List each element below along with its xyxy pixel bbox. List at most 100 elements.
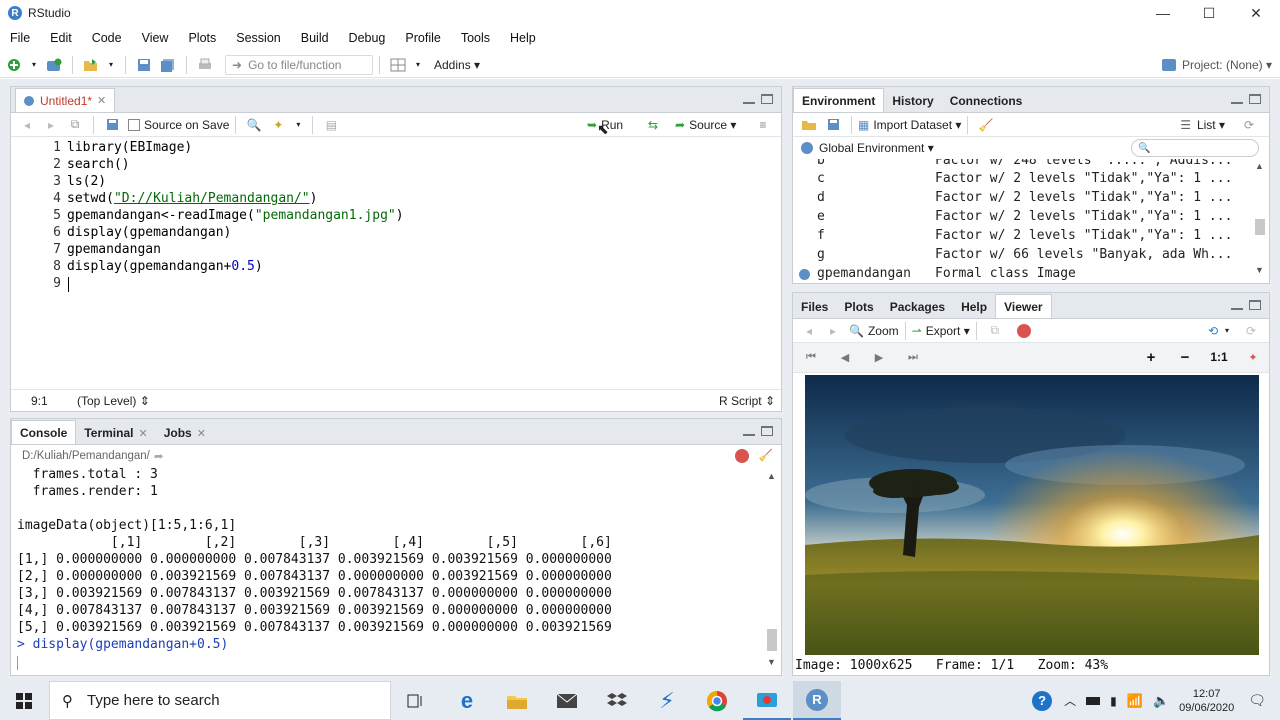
scroll-down-icon[interactable]: ▼ (1255, 265, 1264, 275)
scope-selector[interactable]: (Top Level) ⇕ (77, 394, 150, 408)
maximize-pane-icon[interactable] (761, 94, 773, 104)
zoom-out-button[interactable]: − (1171, 343, 1199, 371)
search-icon[interactable]: 🔍 (246, 117, 262, 133)
magic-wand-icon[interactable]: ✦ (270, 117, 286, 133)
notebook-icon[interactable]: ▤ (323, 117, 339, 133)
stop-icon[interactable] (1016, 323, 1031, 338)
menu-debug[interactable]: Debug (339, 31, 396, 45)
menu-edit[interactable]: Edit (40, 31, 82, 45)
project-menu[interactable]: Project: (None) ▾ (1161, 58, 1272, 72)
console-output[interactable]: frames.total : 3 frames.render: 1 imageD… (11, 467, 763, 673)
task-view-icon[interactable] (392, 681, 440, 720)
menu-code[interactable]: Code (82, 31, 132, 45)
environment-scrollbar[interactable]: ▲ ▼ (1253, 161, 1267, 279)
broom-icon[interactable]: 🧹 (978, 117, 994, 133)
export-button[interactable]: ⇀ Export ▾ (912, 324, 970, 338)
mail-icon[interactable] (543, 681, 591, 720)
menu-profile[interactable]: Profile (395, 31, 450, 45)
source-on-save-checkbox[interactable]: Source on Save (128, 118, 229, 132)
grid-layout-icon[interactable] (390, 57, 406, 73)
help-icon[interactable]: ? (1032, 690, 1053, 711)
env-row[interactable]: c Factor w/ 2 levels "Tidak","Ya": 1 ... (793, 171, 1251, 190)
maximize-pane-icon[interactable] (761, 426, 773, 436)
maximize-button[interactable]: ☐ (1186, 0, 1232, 26)
prev-frame-icon[interactable]: ◀ (831, 343, 859, 371)
env-row[interactable]: g Factor w/ 66 levels "Banyak, ada Wh... (793, 247, 1251, 266)
menu-file[interactable]: File (0, 31, 40, 45)
notifications-icon[interactable]: 🗨 (1248, 692, 1266, 709)
minimize-pane-icon[interactable] (743, 426, 755, 436)
tab-packages[interactable]: Packages (882, 296, 953, 318)
next-frame-icon[interactable]: ▶ (865, 343, 893, 371)
menu-build[interactable]: Build (291, 31, 339, 45)
tab-console[interactable]: Console (11, 420, 77, 444)
global-env-selector[interactable]: Global Environment ▾ (801, 141, 934, 155)
tab-files[interactable]: Files (793, 296, 836, 318)
volume-icon[interactable]: 🔈 (1153, 693, 1169, 709)
source-button[interactable]: ➦ Source ▾ (675, 118, 736, 132)
forward-arrow-icon[interactable]: ▸ (825, 323, 841, 339)
power-icon[interactable]: ▮ (1110, 694, 1117, 708)
go-to-directory-icon[interactable]: ➦ (154, 449, 164, 463)
edge-icon[interactable]: e (443, 681, 491, 720)
scroll-up-icon[interactable]: ▲ (1255, 161, 1264, 171)
addins-menu[interactable]: Addins ▾ (434, 58, 480, 72)
list-view-selector[interactable]: ☰ List ▾ (1180, 118, 1225, 132)
minimize-button[interactable]: — (1140, 0, 1186, 26)
menu-help[interactable]: Help (500, 31, 546, 45)
load-workspace-icon[interactable] (801, 117, 817, 133)
dropdown-arrow-icon[interactable]: ▾ (26, 57, 42, 73)
tab-connections[interactable]: Connections (942, 90, 1031, 112)
menu-session[interactable]: Session (226, 31, 290, 45)
new-project-icon[interactable] (46, 57, 62, 73)
wifi-icon[interactable]: 📶 (1127, 693, 1143, 709)
screen-recorder-icon[interactable] (743, 681, 791, 720)
pixel-mode-icon[interactable]: ✦ (1239, 343, 1267, 371)
taskbar-search-box[interactable]: ⚲ Type here to search (49, 681, 391, 720)
back-arrow-icon[interactable]: ◂ (19, 117, 35, 133)
environment-search-input[interactable]: 🔍 (1131, 139, 1259, 157)
dropbox-icon[interactable] (593, 681, 641, 720)
scroll-down-icon[interactable]: ▼ (767, 657, 776, 667)
tab-viewer[interactable]: Viewer (995, 294, 1052, 318)
scroll-thumb[interactable] (767, 629, 777, 651)
minimize-pane-icon[interactable] (1231, 300, 1243, 310)
save-icon[interactable] (104, 117, 120, 133)
forward-arrow-icon[interactable]: ▸ (43, 117, 59, 133)
env-row[interactable]: f Factor w/ 2 levels "Tidak","Ya": 1 ... (793, 228, 1251, 247)
zoom-in-button[interactable]: + (1137, 343, 1165, 371)
env-row[interactable]: d Factor w/ 2 levels "Tidak","Ya": 1 ... (793, 190, 1251, 209)
go-to-file-input[interactable]: ➜ Go to file/function (225, 54, 373, 75)
open-file-icon[interactable] (83, 57, 99, 73)
zoom-button[interactable]: 🔍 Zoom (849, 324, 899, 338)
file-type-selector[interactable]: R Script ⇕ (719, 394, 775, 408)
save-workspace-icon[interactable] (825, 117, 841, 133)
env-row[interactable]: gpemandangan Formal class Image (793, 266, 1251, 281)
menu-tools[interactable]: Tools (451, 31, 500, 45)
clear-viewer-icon[interactable]: ⧉ (987, 323, 1003, 339)
actual-size-button[interactable]: 1:1 (1205, 343, 1233, 371)
tab-help[interactable]: Help (953, 296, 995, 318)
maximize-pane-icon[interactable] (1249, 94, 1261, 104)
battery-icon[interactable] (1086, 696, 1101, 705)
first-frame-icon[interactable]: ⏮ (797, 343, 825, 371)
outline-icon[interactable]: ≡ (755, 117, 771, 133)
tab-plots[interactable]: Plots (836, 296, 881, 318)
rerun-icon[interactable]: ⇆ (645, 117, 661, 133)
flash-icon[interactable]: ⚡ (643, 681, 691, 720)
chevron-up-icon[interactable]: ︿ (1064, 692, 1076, 709)
tab-environment[interactable]: Environment (793, 88, 885, 112)
new-file-icon[interactable] (6, 57, 22, 73)
clear-console-icon[interactable]: 🧹 (759, 448, 773, 462)
print-icon[interactable] (197, 57, 213, 73)
tab-terminal[interactable]: Terminal ✕ (76, 422, 155, 444)
minimize-pane-icon[interactable] (743, 94, 755, 104)
dropdown-arrow-icon[interactable]: ▾ (103, 57, 119, 73)
dropdown-arrow-icon[interactable]: ▾ (290, 117, 306, 133)
code-editor[interactable]: 1 2 3 4 5 6 7 8 9 library(EBImage) searc… (11, 139, 781, 389)
dropdown-arrow-icon[interactable]: ▾ (1219, 323, 1235, 339)
maximize-pane-icon[interactable] (1249, 300, 1261, 310)
stop-icon[interactable] (735, 449, 749, 463)
last-frame-icon[interactable]: ⏭ (899, 343, 927, 371)
start-button[interactable] (0, 681, 48, 720)
